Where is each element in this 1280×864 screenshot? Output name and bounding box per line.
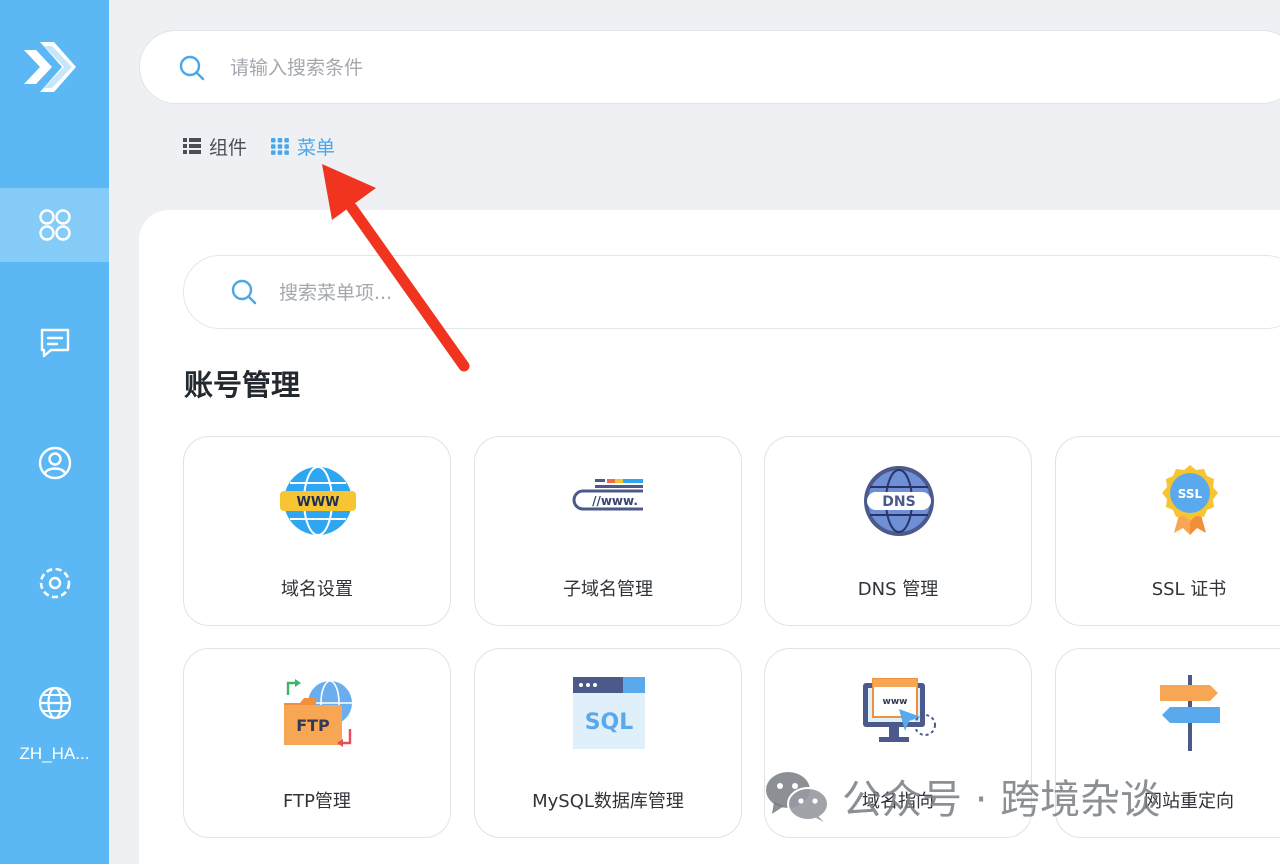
svg-text:www: www — [883, 697, 908, 707]
menu-card-label: 域名设置 — [281, 579, 353, 600]
menu-card-label: FTP管理 — [283, 791, 351, 812]
grid-icon — [271, 138, 289, 155]
list-icon — [183, 138, 201, 154]
menu-card-label: DNS 管理 — [857, 579, 939, 600]
search-icon — [231, 279, 257, 305]
menu-card-label: SSL 证书 — [1151, 579, 1227, 600]
domain-pointer-icon: www — [863, 678, 936, 742]
menu-search[interactable] — [183, 255, 1280, 329]
watermark: 公众号 · 跨境杂谈 — [764, 766, 1160, 826]
nav-account[interactable] — [0, 426, 109, 500]
global-search[interactable] — [139, 30, 1280, 104]
watermark-text: 公众号 · 跨境杂谈 — [842, 777, 1161, 823]
dns-globe-icon: DNS — [864, 466, 934, 536]
sidebar: ZH_HA... — [0, 0, 109, 864]
menu-card-subdomain[interactable]: //www. 子域名管理 — [474, 436, 742, 626]
globe-icon — [38, 686, 71, 720]
sql-window-icon: SQL — [573, 677, 645, 749]
menu-card-domain-settings[interactable]: WWW 域名设置 — [183, 436, 451, 626]
tab-menu[interactable]: 菜单 — [270, 132, 335, 160]
svg-text://www.: //www. — [592, 494, 638, 508]
chat-bubble-icon — [40, 328, 69, 358]
section-title: 账号管理 — [184, 368, 301, 402]
global-search-input[interactable] — [230, 51, 830, 85]
svg-text:DNS: DNS — [882, 494, 915, 510]
svg-text:FTP: FTP — [296, 716, 330, 735]
menu-card-ftp[interactable]: FTP FTP管理 — [183, 648, 451, 838]
ssl-badge-icon: SSL — [1162, 465, 1218, 535]
user-circle-icon — [38, 446, 71, 480]
menu-card-dns[interactable]: DNS DNS 管理 — [764, 436, 1032, 626]
search-icon — [179, 55, 205, 81]
nav-apps[interactable] — [0, 188, 109, 262]
subdomain-www-icon: //www. — [572, 479, 643, 511]
svg-text:SQL: SQL — [585, 710, 634, 735]
apps-grid-icon — [38, 209, 71, 241]
tab-menu-label: 菜单 — [297, 136, 336, 159]
svg-text:SSL: SSL — [1178, 487, 1203, 501]
signpost-icon — [1160, 675, 1220, 751]
www-globe-icon: WWW — [280, 466, 356, 536]
tab-components[interactable]: 组件 — [182, 132, 247, 160]
tab-components-label: 组件 — [209, 136, 248, 159]
menu-card-mysql[interactable]: SQL MySQL数据库管理 — [474, 648, 742, 838]
menu-card-label: 子域名管理 — [563, 579, 653, 600]
svg-text:WWW: WWW — [296, 495, 339, 510]
settings-dashed-circle-icon — [39, 567, 70, 599]
nav-language[interactable] — [0, 666, 109, 740]
ftp-folder-icon: FTP — [284, 679, 352, 747]
language-label[interactable]: ZH_HA... — [0, 744, 109, 764]
nav-messages[interactable] — [0, 306, 109, 380]
nav-settings[interactable] — [0, 546, 109, 620]
menu-card-label: MySQL数据库管理 — [532, 791, 684, 812]
menu-card-ssl[interactable]: SSL SSL 证书 — [1055, 436, 1280, 626]
wechat-icon — [766, 772, 829, 822]
menu-search-input[interactable] — [279, 276, 779, 310]
logo-icon[interactable] — [22, 36, 78, 98]
